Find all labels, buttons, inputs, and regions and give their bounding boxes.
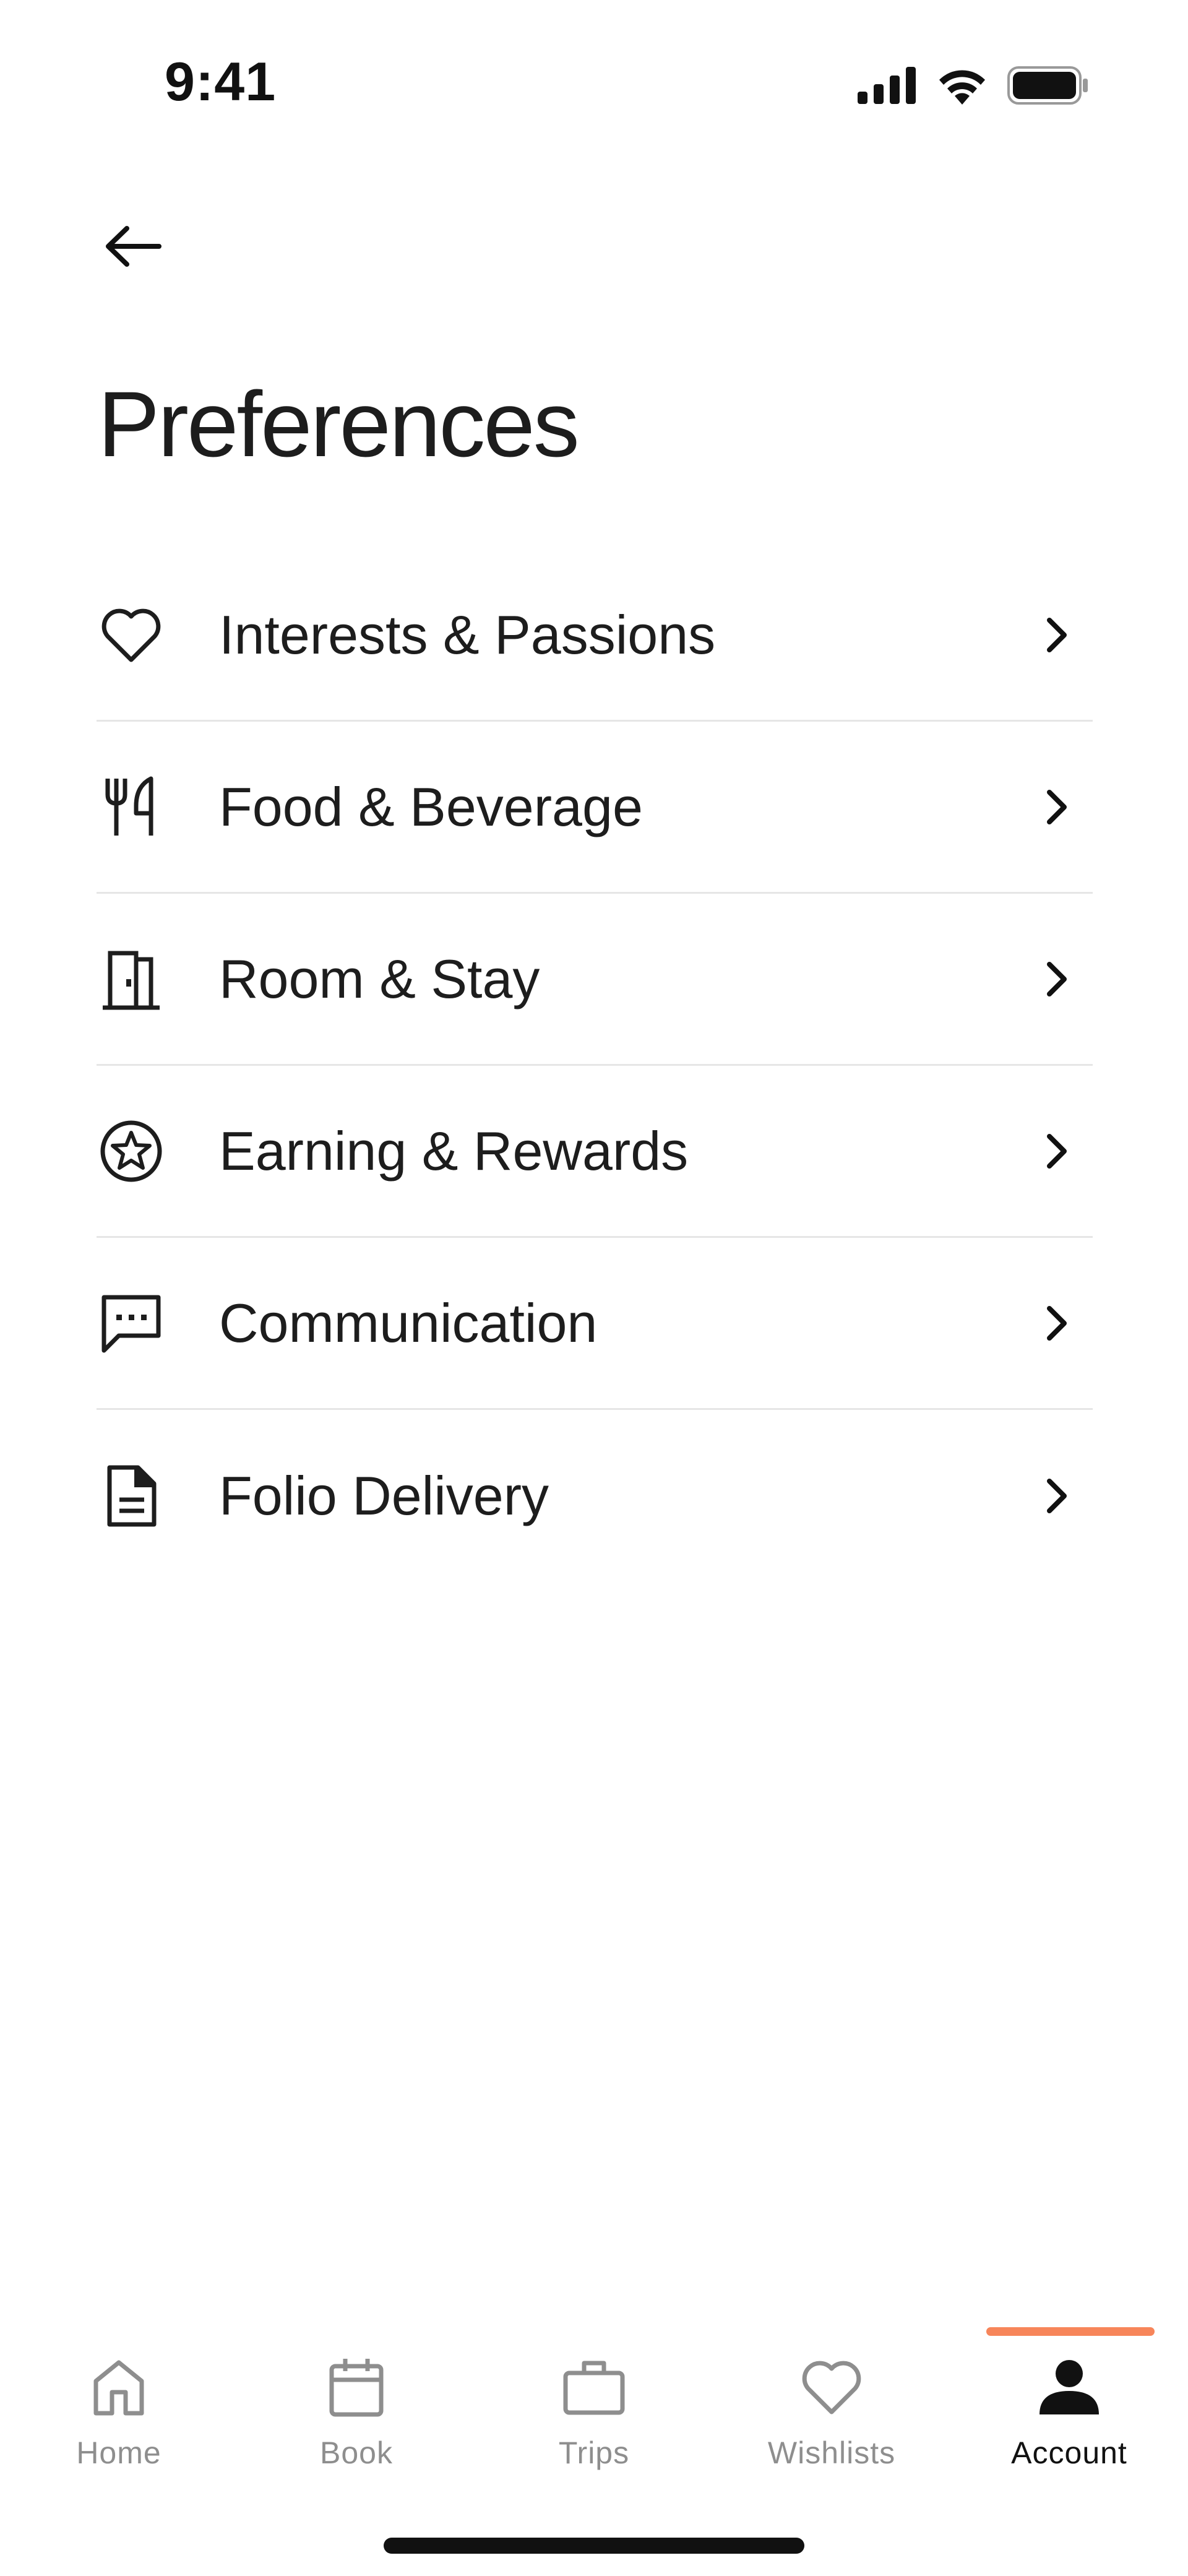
tab-trips[interactable]: Trips: [475, 2315, 713, 2500]
tab-book[interactable]: Book: [238, 2315, 475, 2500]
chevron-right-icon: [1038, 1133, 1075, 1170]
heart-icon: [798, 2353, 866, 2421]
tab-account[interactable]: Account: [950, 2315, 1188, 2500]
preference-label: Earning & Rewards: [219, 1120, 689, 1182]
chat-bubble-icon: [99, 1291, 163, 1355]
cellular-signal-icon: [858, 66, 917, 107]
wifi-icon: [936, 66, 989, 108]
preferences-list: Interests & Passions Food & Beverage Roo…: [97, 550, 1093, 1582]
tab-wishlists[interactable]: Wishlists: [713, 2315, 950, 2500]
document-icon: [99, 1464, 163, 1528]
preference-item-food[interactable]: Food & Beverage: [97, 722, 1093, 894]
preference-label: Folio Delivery: [219, 1465, 549, 1526]
briefcase-icon: [560, 2353, 628, 2421]
fork-knife-icon: [99, 775, 163, 839]
preference-label: Food & Beverage: [219, 776, 643, 837]
status-bar: 9:41: [0, 0, 1188, 136]
heart-icon: [99, 603, 163, 667]
preference-label: Communication: [219, 1292, 598, 1354]
preference-item-room[interactable]: Room & Stay: [97, 894, 1093, 1066]
home-icon: [85, 2353, 153, 2421]
preference-item-communication[interactable]: Communication: [97, 1238, 1093, 1410]
chevron-right-icon: [1038, 616, 1075, 654]
preference-item-interests[interactable]: Interests & Passions: [97, 550, 1093, 722]
back-button[interactable]: [99, 214, 167, 282]
star-badge-icon: [99, 1119, 163, 1183]
chevron-right-icon: [1038, 1305, 1075, 1342]
arrow-left-icon: [102, 225, 164, 271]
tab-label: Book: [320, 2436, 393, 2470]
tab-label: Wishlists: [767, 2436, 896, 2470]
door-icon: [99, 947, 163, 1011]
tab-home[interactable]: Home: [0, 2315, 238, 2500]
battery-icon: [1007, 66, 1089, 108]
chevron-right-icon: [1038, 961, 1075, 998]
person-icon: [1035, 2353, 1103, 2421]
chevron-right-icon: [1038, 1477, 1075, 1515]
preference-item-folio[interactable]: Folio Delivery: [97, 1410, 1093, 1582]
tab-label: Account: [1011, 2436, 1127, 2470]
preference-label: Interests & Passions: [219, 603, 716, 665]
preference-item-earning[interactable]: Earning & Rewards: [97, 1066, 1093, 1238]
calendar-icon: [322, 2353, 390, 2421]
chevron-right-icon: [1038, 789, 1075, 826]
tab-label: Home: [76, 2436, 161, 2470]
status-time: 9:41: [165, 51, 277, 112]
tab-bar: Home Book Trips Wishlists Account: [0, 2315, 1188, 2576]
page-title: Preferences: [98, 372, 580, 476]
status-icons: [858, 65, 1089, 108]
home-indicator: [384, 2538, 804, 2554]
preference-label: Room & Stay: [219, 948, 540, 1009]
tab-label: Trips: [558, 2436, 630, 2470]
